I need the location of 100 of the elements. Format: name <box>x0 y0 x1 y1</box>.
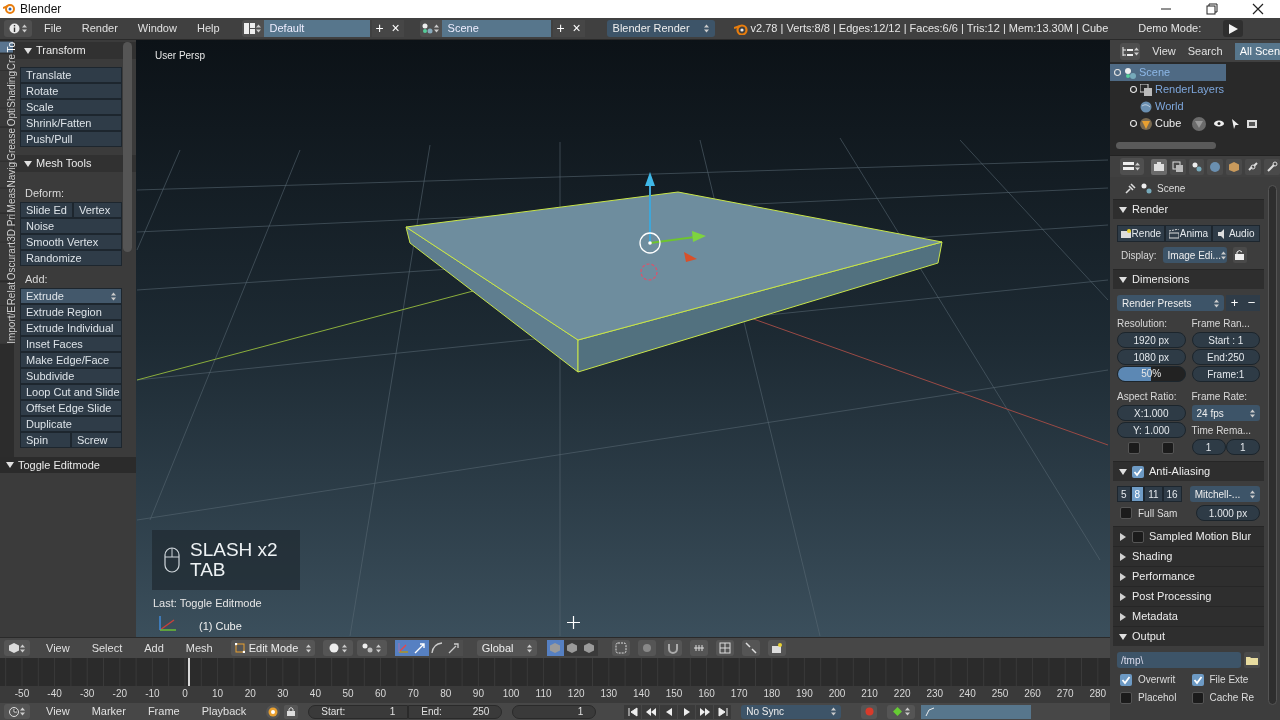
tool-button[interactable]: Vertex <box>73 202 122 218</box>
sync-dropdown[interactable]: No Sync <box>741 704 842 719</box>
frame-number: -30 <box>79 687 95 701</box>
toolshelf-tab[interactable]: Relat <box>0 281 13 306</box>
number-field[interactable]: Frame:1 <box>1191 366 1260 382</box>
tool-button[interactable]: Subdivide <box>20 368 122 384</box>
frame-number: 20 <box>244 687 256 701</box>
tool-button[interactable]: Extrude Region <box>20 304 122 320</box>
number-field[interactable]: Y: 1.000 <box>1117 422 1186 438</box>
frame-number: -40 <box>47 687 62 701</box>
tool-button[interactable]: Rotate <box>20 83 122 99</box>
tool-button[interactable]: Push/Pull <box>20 131 122 147</box>
panel-header[interactable]: Post Processing <box>1113 586 1264 606</box>
tool-button[interactable]: Noise <box>20 218 122 234</box>
menu-item[interactable]: Search <box>1187 42 1223 60</box>
display-dropdown[interactable]: Image Edi... <box>1162 247 1227 263</box>
number-field[interactable]: 1 <box>1191 439 1226 455</box>
menu-item[interactable]: Help <box>196 20 220 37</box>
toolshelf-tab[interactable]: Oscurart <box>0 242 13 281</box>
tree-item[interactable]: World <box>1110 98 1280 115</box>
frame-number: 140 <box>633 687 650 701</box>
render-engine-dropdown[interactable]: Blender Render <box>606 20 715 37</box>
number-field[interactable]: X:1.000 <box>1117 405 1186 421</box>
section-label: Deform: <box>24 185 66 201</box>
menu-item[interactable]: Marker <box>91 703 126 720</box>
tool-button[interactable]: Inset Faces <box>20 336 122 352</box>
tool-button[interactable]: Extrude Individual <box>20 320 122 336</box>
tool-button[interactable]: Duplicate <box>20 416 122 432</box>
frame-number: 210 <box>861 687 878 701</box>
toolshelf-tab[interactable]: Meas <box>0 188 13 213</box>
menu-item[interactable]: Playback <box>201 703 247 720</box>
add-button[interactable]: + <box>1226 295 1243 311</box>
number-field[interactable]: 1080 px <box>1117 349 1186 365</box>
tree-item[interactable]: Cube <box>1110 115 1280 132</box>
number-field[interactable]: 1.000 px <box>1196 505 1260 521</box>
add-button[interactable]: + <box>552 20 569 37</box>
tool-button[interactable]: Shrink/Fatten <box>20 115 122 131</box>
tool-button[interactable]: Spin <box>20 432 71 448</box>
path-field[interactable]: /tmp\ <box>1117 652 1241 668</box>
remove-button[interactable]: − <box>1243 295 1260 311</box>
toolshelf-tab[interactable]: Grease <box>0 127 13 161</box>
start-frame-field[interactable]: Start: 1 <box>308 704 409 719</box>
tool-button[interactable]: Randomize <box>20 250 122 266</box>
frame-number: 260 <box>1024 687 1041 701</box>
presets-dropdown[interactable]: Render Presets <box>1117 295 1224 311</box>
number-field[interactable]: 1920 px <box>1117 332 1186 348</box>
panel-header[interactable]: Metadata <box>1113 606 1264 626</box>
orientation-dropdown[interactable]: Global <box>476 640 537 656</box>
number-field[interactable]: Start : 1 <box>1191 332 1260 348</box>
toolshelf-tab[interactable]: Cre <box>0 53 13 70</box>
tool-button[interactable]: Screw <box>71 432 122 448</box>
menu-item[interactable]: View <box>46 639 70 657</box>
tree-item[interactable]: RenderLayers <box>1110 81 1280 98</box>
current-frame-field[interactable]: 1 <box>512 704 597 719</box>
tool-button[interactable]: Translate <box>20 67 122 83</box>
tool-button[interactable]: Scale <box>20 99 122 115</box>
layout-field[interactable]: Default <box>263 20 370 37</box>
add-button[interactable]: + <box>371 20 388 37</box>
menu-item[interactable]: Mesh <box>185 639 213 657</box>
frame-number: 80 <box>440 687 452 701</box>
menu-item[interactable]: Select <box>91 639 123 657</box>
menu-item[interactable]: Window <box>137 20 177 37</box>
end-frame-field[interactable]: End: 250 <box>408 704 503 719</box>
menu-item[interactable]: View <box>46 703 70 720</box>
toolshelf-tab[interactable]: To <box>0 42 13 53</box>
panel-header[interactable]: Output <box>1113 626 1264 646</box>
tool-button[interactable]: Make Edge/Face <box>20 352 122 368</box>
panel-header[interactable]: Transform <box>15 42 136 59</box>
menu-item[interactable]: Add <box>144 639 164 657</box>
sample-count-button[interactable]: 5 <box>1117 486 1131 502</box>
tool-button[interactable]: Slide Ed <box>20 202 73 218</box>
frame-number: 190 <box>796 687 813 701</box>
display-mode-dropdown[interactable]: All Scen <box>1234 42 1280 60</box>
toolshelf-tab[interactable]: 3D Pri <box>0 213 13 242</box>
tool-button[interactable]: Smooth Vertex <box>20 234 122 250</box>
frame-rate-dropdown[interactable]: 24 fps <box>1191 405 1260 421</box>
panel-header[interactable]: Toggle Editmode <box>0 457 136 473</box>
number-field[interactable]: End:250 <box>1191 349 1260 365</box>
scene-field[interactable]: Scene <box>441 20 551 37</box>
panel-header[interactable]: Render <box>1113 199 1264 219</box>
panel-header[interactable]: Dimensions <box>1113 269 1264 289</box>
panel-header[interactable]: Performance <box>1113 566 1264 586</box>
panel-header[interactable]: Anti-Aliasing <box>1113 461 1264 481</box>
sample-count-button[interactable]: 11 <box>1144 486 1163 502</box>
extrude-dropdown[interactable]: Extrude <box>20 288 122 304</box>
render-button[interactable]: Audio <box>1212 225 1260 242</box>
filter-dropdown[interactable]: Mitchell-... <box>1189 486 1260 502</box>
mode-dropdown[interactable]: Edit Mode <box>230 640 315 656</box>
menu-item[interactable]: Frame <box>147 703 180 720</box>
render-button[interactable]: Anima <box>1164 225 1213 242</box>
sample-count-button[interactable]: 16 <box>1162 486 1182 502</box>
menu-item[interactable]: Render <box>81 20 118 37</box>
tool-button[interactable]: Offset Edge Slide <box>20 400 122 416</box>
menu-item[interactable]: View <box>1152 42 1176 60</box>
panel-header[interactable]: Sampled Motion Blur <box>1113 526 1264 546</box>
menu-item[interactable]: File <box>44 20 62 37</box>
panel-header[interactable]: Shading <box>1113 546 1264 566</box>
tool-button[interactable]: Loop Cut and Slide <box>20 384 122 400</box>
number-field[interactable]: 1 <box>1225 439 1260 455</box>
render-button[interactable]: Rende <box>1117 225 1165 242</box>
